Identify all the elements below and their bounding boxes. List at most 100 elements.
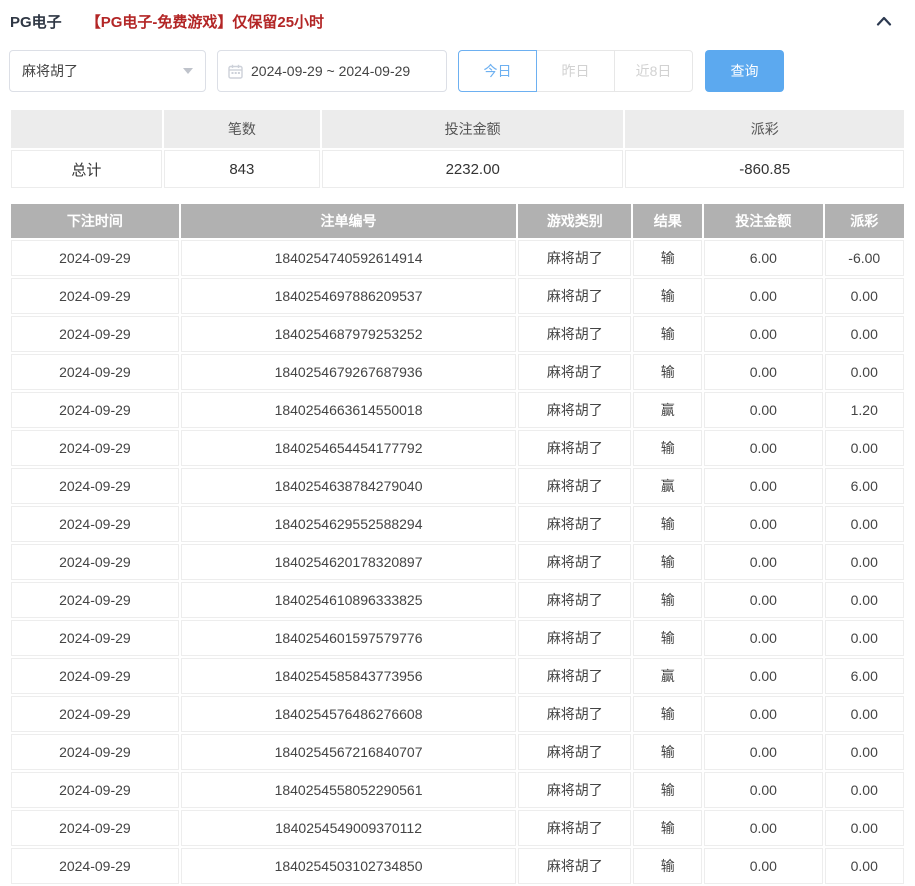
cell-bet-amount: 0.00	[704, 696, 822, 732]
cell-result: 输	[633, 506, 702, 542]
table-row: 2024-09-291840254610896333825麻将胡了输0.000.…	[11, 582, 904, 618]
cell-payout: 0.00	[825, 582, 905, 618]
table-row: 2024-09-291840254585843773956麻将胡了赢0.006.…	[11, 658, 904, 694]
cell-bet-id: 1840254687979253252	[181, 316, 517, 352]
cell-bet-amount: 0.00	[704, 620, 822, 656]
cell-bet-time: 2024-09-29	[11, 848, 179, 884]
cell-bet-time: 2024-09-29	[11, 278, 179, 314]
filter-row: 麻将胡了 2024-09-29 ~ 2024-09-29 今日 昨日 近8日	[9, 50, 906, 92]
cell-bet-amount: 0.00	[704, 582, 822, 618]
cell-bet-id: 1840254610896333825	[181, 582, 517, 618]
cell-bet-time: 2024-09-29	[11, 468, 179, 504]
caret-down-icon	[183, 68, 193, 74]
col-header-bet-amount: 投注金额	[704, 204, 822, 238]
table-row: 2024-09-291840254549009370112麻将胡了输0.000.…	[11, 810, 904, 846]
cell-game-type: 麻将胡了	[518, 544, 631, 580]
table-row: 2024-09-291840254638784279040麻将胡了赢0.006.…	[11, 468, 904, 504]
last-8-days-button[interactable]: 近8日	[614, 50, 693, 92]
cell-game-type: 麻将胡了	[518, 506, 631, 542]
cell-bet-time: 2024-09-29	[11, 734, 179, 770]
notice-text: 【PG电子-免费游戏】仅保留25小时	[86, 11, 324, 32]
cell-bet-id: 1840254549009370112	[181, 810, 517, 846]
cell-game-type: 麻将胡了	[518, 620, 631, 656]
summary-header-row: 笔数 投注金额 派彩	[11, 110, 904, 148]
query-button[interactable]: 查询	[705, 50, 784, 92]
bet-table-header-row: 下注时间 注单编号 游戏类别 结果 投注金额 派彩	[11, 204, 904, 238]
col-header-result: 结果	[633, 204, 702, 238]
cell-bet-id: 1840254654454177792	[181, 430, 517, 466]
game-select[interactable]: 麻将胡了	[9, 50, 206, 92]
collapse-panel-button[interactable]	[876, 16, 892, 26]
cell-result: 输	[633, 354, 702, 390]
cell-bet-time: 2024-09-29	[11, 772, 179, 808]
cell-bet-id: 1840254601597579776	[181, 620, 517, 656]
cell-payout: 0.00	[825, 696, 905, 732]
table-row: 2024-09-291840254576486276608麻将胡了输0.000.…	[11, 696, 904, 732]
cell-bet-time: 2024-09-29	[11, 544, 179, 580]
summary-header-payout: 派彩	[625, 110, 904, 148]
cell-bet-id: 1840254697886209537	[181, 278, 517, 314]
cell-bet-amount: 0.00	[704, 506, 822, 542]
cell-payout: 0.00	[825, 734, 905, 770]
cell-result: 输	[633, 582, 702, 618]
cell-result: 赢	[633, 658, 702, 694]
yesterday-button[interactable]: 昨日	[536, 50, 615, 92]
panel: PG电子 【PG电子-免费游戏】仅保留25小时 麻将胡了	[0, 0, 915, 886]
cell-bet-time: 2024-09-29	[11, 582, 179, 618]
bet-records-table: 下注时间 注单编号 游戏类别 结果 投注金额 派彩 2024-09-291840…	[9, 202, 906, 886]
summary-total-row: 总计 843 2232.00 -860.85	[11, 150, 904, 188]
cell-bet-amount: 0.00	[704, 810, 822, 846]
cell-bet-amount: 0.00	[704, 734, 822, 770]
cell-bet-time: 2024-09-29	[11, 506, 179, 542]
quick-date-button-group: 今日 昨日 近8日	[458, 50, 693, 92]
cell-result: 输	[633, 316, 702, 352]
summary-total-bet-amount: 2232.00	[322, 150, 624, 188]
cell-game-type: 麻将胡了	[518, 582, 631, 618]
cell-bet-amount: 0.00	[704, 772, 822, 808]
cell-game-type: 麻将胡了	[518, 278, 631, 314]
cell-result: 输	[633, 696, 702, 732]
cell-payout: 6.00	[825, 468, 905, 504]
cell-result: 输	[633, 278, 702, 314]
summary-header-count: 笔数	[164, 110, 320, 148]
cell-result: 输	[633, 848, 702, 884]
cell-bet-amount: 0.00	[704, 658, 822, 694]
cell-game-type: 麻将胡了	[518, 658, 631, 694]
cell-result: 输	[633, 810, 702, 846]
cell-payout: 0.00	[825, 278, 905, 314]
cell-bet-id: 1840254740592614914	[181, 240, 517, 276]
cell-bet-time: 2024-09-29	[11, 658, 179, 694]
cell-game-type: 麻将胡了	[518, 240, 631, 276]
cell-result: 输	[633, 240, 702, 276]
today-button[interactable]: 今日	[458, 50, 537, 92]
page-title: PG电子	[10, 11, 62, 32]
cell-payout: 6.00	[825, 658, 905, 694]
table-row: 2024-09-291840254663614550018麻将胡了赢0.001.…	[11, 392, 904, 428]
table-row: 2024-09-291840254620178320897麻将胡了输0.000.…	[11, 544, 904, 580]
cell-bet-amount: 0.00	[704, 848, 822, 884]
summary-header-bet-amount: 投注金额	[322, 110, 624, 148]
cell-bet-time: 2024-09-29	[11, 696, 179, 732]
col-header-payout: 派彩	[825, 204, 905, 238]
table-row: 2024-09-291840254740592614914麻将胡了输6.00-6…	[11, 240, 904, 276]
cell-payout: 0.00	[825, 354, 905, 390]
cell-bet-amount: 0.00	[704, 316, 822, 352]
cell-payout: 0.00	[825, 772, 905, 808]
col-header-game-type: 游戏类别	[518, 204, 631, 238]
table-row: 2024-09-291840254567216840707麻将胡了输0.000.…	[11, 734, 904, 770]
cell-game-type: 麻将胡了	[518, 734, 631, 770]
game-select-value: 麻将胡了	[22, 61, 78, 81]
cell-result: 输	[633, 430, 702, 466]
cell-payout: 0.00	[825, 848, 905, 884]
cell-bet-id: 1840254663614550018	[181, 392, 517, 428]
cell-result: 输	[633, 620, 702, 656]
cell-bet-time: 2024-09-29	[11, 240, 179, 276]
date-range-input[interactable]: 2024-09-29 ~ 2024-09-29	[217, 50, 447, 92]
cell-bet-id: 1840254503102734850	[181, 848, 517, 884]
cell-bet-amount: 0.00	[704, 354, 822, 390]
cell-payout: 0.00	[825, 430, 905, 466]
summary-table: 笔数 投注金额 派彩 总计 843 2232.00 -860.85	[9, 108, 906, 190]
cell-bet-id: 1840254576486276608	[181, 696, 517, 732]
cell-game-type: 麻将胡了	[518, 696, 631, 732]
cell-game-type: 麻将胡了	[518, 430, 631, 466]
